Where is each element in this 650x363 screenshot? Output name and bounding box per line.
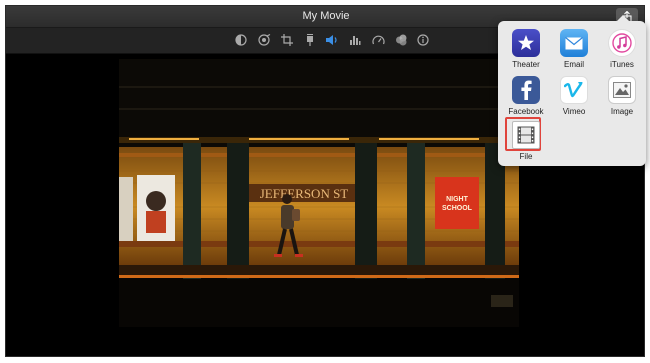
color-correction-icon[interactable] [257, 33, 271, 47]
image-icon [608, 76, 636, 104]
poster-line1: NIGHT [446, 196, 469, 203]
share-email-label: Email [563, 60, 584, 69]
video-frame: JEFFERSON ST NIGHT SCHOOL [119, 59, 519, 327]
share-file-button[interactable]: File [503, 121, 549, 167]
share-image-label: Image [610, 107, 634, 116]
stabilization-icon[interactable] [303, 33, 317, 47]
clip-filter-icon[interactable] [394, 33, 408, 47]
itunes-icon [608, 29, 636, 57]
video-viewer[interactable]: JEFFERSON ST NIGHT SCHOOL [119, 59, 519, 327]
email-icon [560, 29, 588, 57]
crop-icon[interactable] [280, 33, 294, 47]
share-facebook-button[interactable]: Facebook [503, 76, 549, 122]
facebook-icon [512, 76, 540, 104]
share-theater-label: Theater [512, 60, 540, 69]
noise-reduction-icon[interactable] [348, 33, 362, 47]
share-itunes-button[interactable]: iTunes [599, 29, 645, 75]
color-balance-icon[interactable] [234, 33, 248, 47]
share-file-label: File [519, 152, 533, 161]
share-vimeo-button[interactable]: Vimeo [551, 76, 597, 122]
file-icon [512, 121, 540, 149]
vimeo-icon [560, 76, 588, 104]
volume-icon[interactable] [325, 33, 339, 47]
poster-line2: SCHOOL [442, 205, 473, 212]
share-image-button[interactable]: Image [599, 76, 645, 122]
share-email-button[interactable]: Email [551, 29, 597, 75]
share-vimeo-label: Vimeo [562, 107, 586, 116]
theater-icon [512, 29, 540, 57]
share-itunes-label: iTunes [610, 60, 634, 69]
info-icon[interactable] [416, 33, 430, 47]
speed-icon[interactable] [371, 33, 385, 47]
share-theater-button[interactable]: Theater [503, 29, 549, 75]
station-sign-text: JEFFERSON ST [260, 186, 349, 201]
share-facebook-label: Facebook [508, 107, 544, 116]
share-popover: Theater Email iTunes Facebook Vimeo Imag… [498, 15, 646, 167]
